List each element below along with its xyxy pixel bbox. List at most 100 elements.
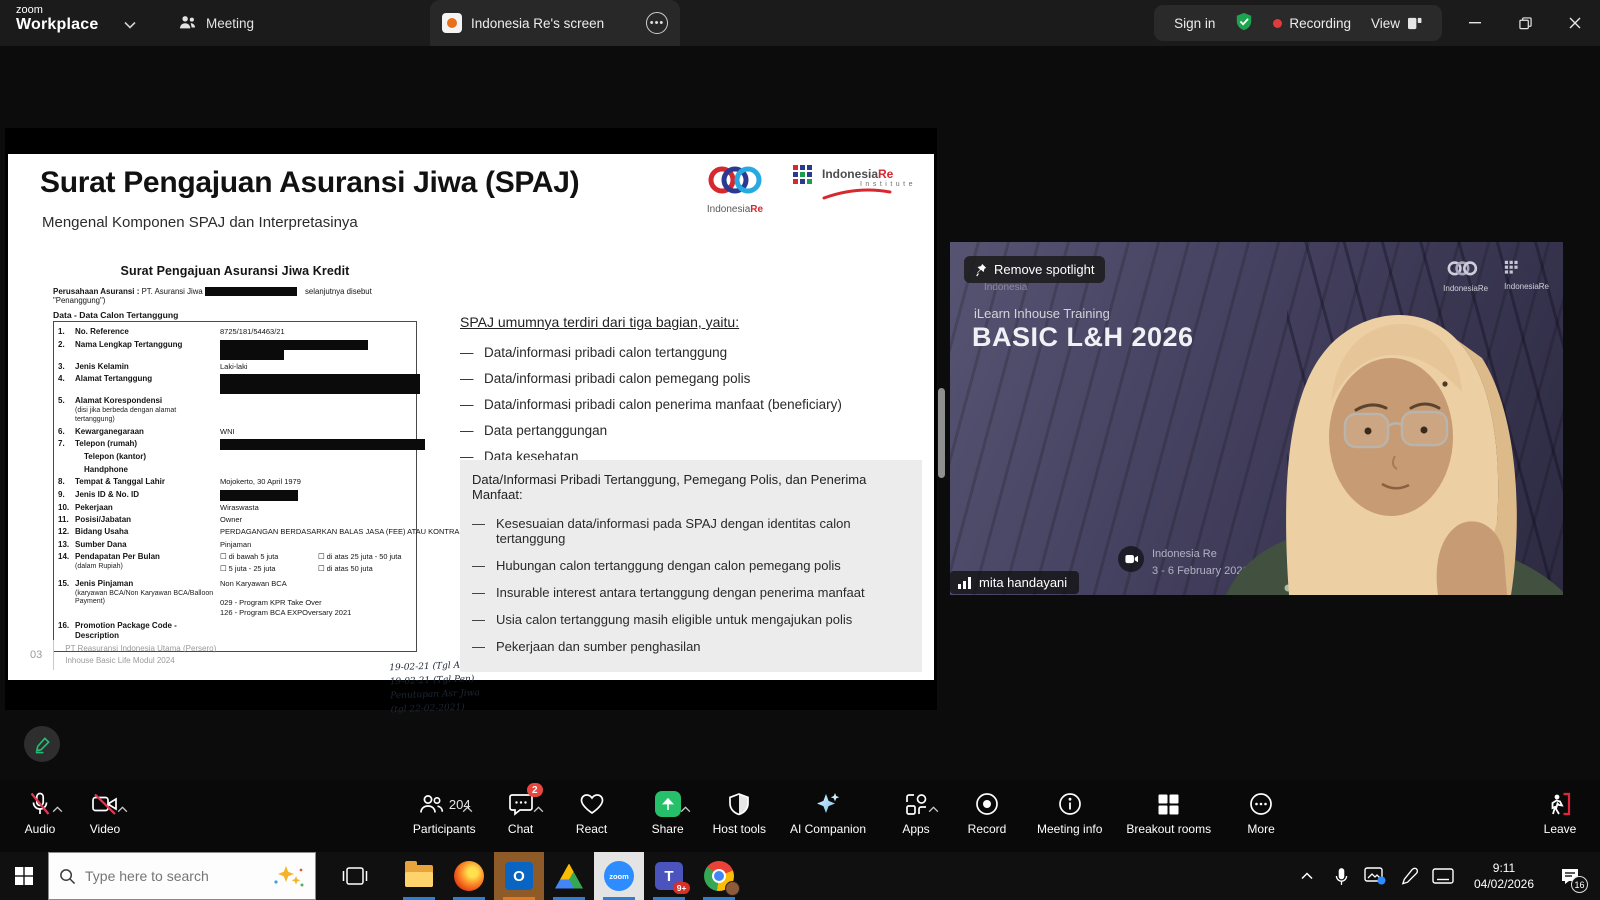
participant-name-label: mita handayani (950, 571, 1079, 594)
taskbar-clock[interactable]: 9:11 04/02/2026 (1460, 860, 1548, 892)
breakout-rooms-button[interactable]: Breakout rooms (1126, 780, 1211, 836)
search-input[interactable] (85, 868, 245, 884)
remove-spotlight-button[interactable]: Remove spotlight (964, 256, 1105, 283)
info-icon (1057, 791, 1083, 817)
meeting-people-icon (178, 14, 197, 33)
tab-meeting-label: Meeting (206, 16, 254, 31)
apps-options-chevron[interactable] (928, 780, 939, 836)
brand-zoom: zoom (16, 5, 98, 17)
start-button[interactable] (0, 852, 48, 900)
form-row: 4.Alamat Tertanggung (58, 374, 414, 394)
slide-footer: 03 PT Reasuransi Indonesia Utama (Perser… (30, 640, 216, 670)
google-drive-taskbar-icon[interactable] (544, 852, 594, 900)
connection-signal-icon (958, 577, 972, 589)
institute-logo-text: Indonesia (822, 167, 878, 181)
checkbox-option: ☐ 5 juta - 25 juta (220, 564, 318, 573)
clock-date: 04/02/2026 (1460, 876, 1548, 892)
chat-unread-badge: 2 (527, 783, 543, 797)
footer-company: PT Reasuransi Indonesia Utama (Persero) (65, 643, 216, 655)
firefox-taskbar-icon[interactable] (444, 852, 494, 900)
spotlight-video-tile: Remove spotlight Indonesia iLearn Inhous… (950, 242, 1563, 595)
outlook-taskbar-icon[interactable]: O (494, 852, 544, 900)
maximize-button[interactable] (1500, 0, 1550, 46)
tray-touch-keyboard-icon[interactable] (1426, 852, 1460, 900)
taskbar-search[interactable] (48, 852, 316, 900)
participants-icon (418, 792, 444, 816)
share-screen-icon (655, 791, 681, 817)
file-explorer-taskbar-icon[interactable] (394, 852, 444, 900)
tab-options-ellipsis-icon[interactable]: ••• (646, 12, 668, 34)
background-training-label: iLearn Inhouse Training (974, 306, 1110, 321)
form-section-heading: Data - Data Calon Tertanggung (53, 310, 417, 320)
apps-grid-icon (904, 792, 929, 817)
participants-count: 204 (449, 797, 471, 812)
form-row: 14.Pendapatan Per Bulan(dalam Rupiah)☐ d… (58, 552, 414, 577)
share-options-chevron[interactable] (680, 780, 691, 836)
footer-divider (53, 640, 54, 670)
presentation-slide: Surat Pengajuan Asuransi Jiwa (SPAJ) Men… (8, 154, 934, 680)
remove-spotlight-label: Remove spotlight (994, 262, 1094, 277)
form-fields-box: 1.No. Reference8725/181/54463/21 2.Nama L… (53, 321, 417, 651)
leave-button[interactable]: Leave (1534, 780, 1586, 836)
tab-meeting[interactable]: Meeting (178, 0, 254, 46)
zoom-meeting-window: zoom Workplace Meeting Indonesia Re's sc… (0, 0, 1600, 900)
form-row: 3.Jenis KelaminLaki-laki (58, 362, 414, 372)
minimize-button[interactable] (1450, 0, 1500, 46)
bullet-item: Usia calon tertanggung masih eligible un… (472, 612, 908, 627)
tab-shared-screen[interactable]: Indonesia Re's screen ••• (430, 0, 680, 46)
form-row: 1.No. Reference8725/181/54463/21 (58, 327, 414, 337)
react-button[interactable]: React (566, 780, 618, 836)
panel1-heading: SPAJ umumnya terdiri dari tiga bagian, y… (460, 314, 922, 330)
windows-taskbar: O zoom T9+ (0, 852, 1600, 900)
recording-label: Recording (1289, 16, 1351, 31)
view-button[interactable]: View (1371, 16, 1422, 31)
tray-pen-icon[interactable] (1392, 852, 1426, 900)
chrome-taskbar-icon[interactable] (694, 852, 744, 900)
form-row: 7.Telepon (rumah)Telepon (kantor)Handpho… (58, 439, 414, 475)
zoom-taskbar-icon[interactable]: zoom (594, 852, 644, 900)
bullet-item: Data pertanggungan (460, 423, 922, 438)
host-tools-button[interactable]: Host tools (713, 780, 766, 836)
record-button[interactable]: Record (961, 780, 1013, 836)
security-shield-icon[interactable] (1235, 12, 1253, 35)
pencil-icon (33, 735, 52, 754)
slide-title: Surat Pengajuan Asuransi Jiwa (SPAJ) (40, 166, 579, 200)
background-training-title: BASIC L&H 2026 (972, 322, 1194, 353)
audio-options-chevron[interactable] (52, 780, 63, 836)
redacted-value (220, 439, 425, 450)
spaj-form-document: Surat Pengajuan Asuransi Jiwa Kredit Per… (53, 264, 417, 652)
brand-workplace: Workplace (16, 17, 98, 34)
meeting-info-button[interactable]: Meeting info (1037, 780, 1102, 836)
panel-resize-handle[interactable] (938, 388, 945, 478)
workspace-chevron-down-icon[interactable] (124, 16, 136, 34)
recording-dot-icon (1273, 19, 1282, 28)
bullet-item: Data/informasi pribadi calon penerima ma… (460, 397, 922, 412)
form-row: 2.Nama Lengkap Tertanggung (58, 340, 414, 360)
redacted-value (220, 374, 420, 394)
checkbox-option: ☐ di atas 25 juta - 50 juta (318, 552, 416, 561)
form-title: Surat Pengajuan Asuransi Jiwa Kredit (53, 264, 417, 278)
more-button[interactable]: More (1235, 780, 1287, 836)
form-row: 5.Alamat Korespondensi(disi jika berbeda… (58, 396, 414, 425)
tray-show-hidden-icons-chevron[interactable] (1290, 852, 1324, 900)
indonesiare-institute-logo: IndonesiaRe Institute (792, 164, 916, 190)
notification-center-button[interactable]: 16 (1548, 852, 1592, 900)
close-button[interactable] (1550, 0, 1600, 46)
bullet-item: Pekerjaan dan sumber penghasilan (472, 639, 908, 654)
notification-count-badge: 16 (1571, 876, 1588, 893)
slide-logos: IndonesiaRe IndonesiaRe Institute (704, 164, 916, 215)
tray-microphone-icon[interactable] (1324, 852, 1358, 900)
tray-screen-snip-icon[interactable] (1358, 852, 1392, 900)
task-view-button[interactable] (330, 852, 380, 900)
ai-companion-sparkle-icon (815, 791, 841, 817)
shield-icon (728, 792, 750, 817)
footer-module: Inhouse Basic Life Modul 2024 (65, 655, 216, 667)
form-row: 8.Tempat & Tanggal LahirMojokerto, 30 Ap… (58, 477, 414, 487)
leave-door-icon (1547, 791, 1573, 817)
teams-taskbar-icon[interactable]: T9+ (644, 852, 694, 900)
annotate-button[interactable] (24, 726, 60, 762)
task-view-icon (342, 865, 368, 887)
ai-companion-button[interactable]: AI Companion (790, 780, 866, 836)
form-row: 11.Posisi/JabatanOwner (58, 515, 414, 525)
sign-in-button[interactable]: Sign in (1174, 16, 1215, 31)
